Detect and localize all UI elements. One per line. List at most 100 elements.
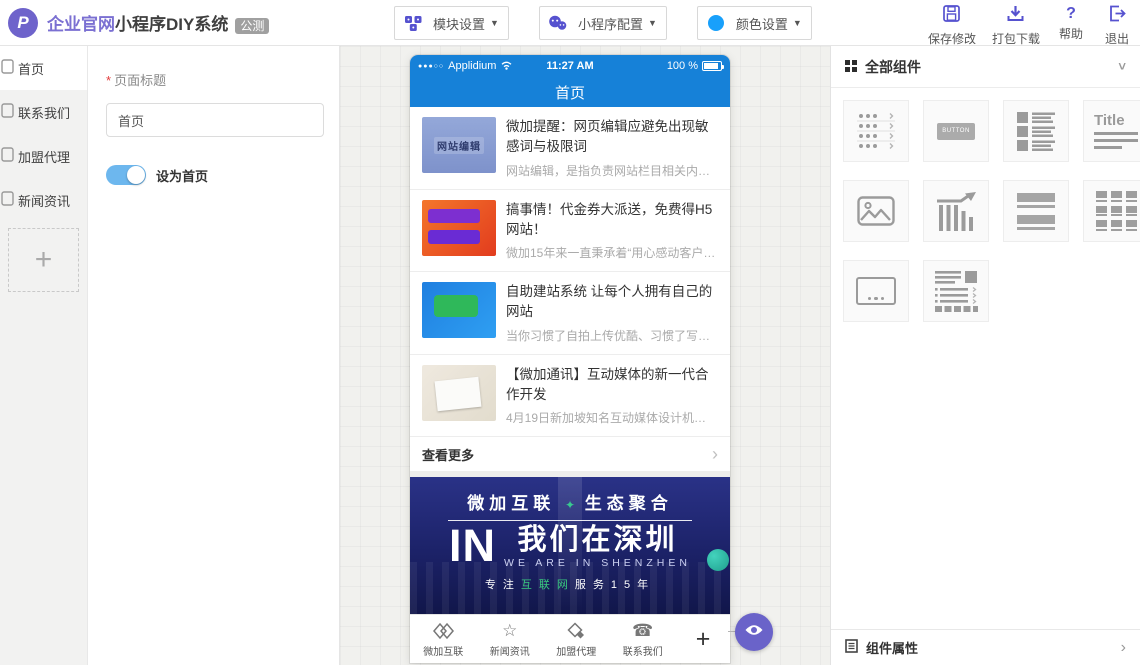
help-icon: ? xyxy=(1066,5,1076,22)
carousel-icon xyxy=(856,277,896,305)
tab-news[interactable]: ☆ 新闻资讯 xyxy=(477,621,544,658)
sidebar-item-news[interactable]: 新闻资讯 xyxy=(0,178,87,222)
news-thumbnail xyxy=(422,200,496,256)
button-icon: BUTTON xyxy=(937,123,975,140)
exit-icon xyxy=(1109,5,1126,27)
components-header: 全部组件 ˅ xyxy=(831,46,1140,88)
tab-home[interactable]: 微加互联 xyxy=(410,621,477,658)
beta-badge: 公测 xyxy=(235,18,269,34)
download-icon xyxy=(1007,5,1024,27)
double-diamond-icon xyxy=(567,621,586,641)
top-toolbar: P 企业官网小程序DIY系统公测 模块设置 ▼ xyxy=(0,0,1140,46)
caret-down-icon: ▼ xyxy=(793,18,811,28)
status-time: 11:27 AM xyxy=(546,60,593,72)
menu-list-icon xyxy=(855,111,897,151)
miniprogram-config-dropdown[interactable]: 小程序配置 ▼ xyxy=(539,6,667,40)
component-properties-bar[interactable]: 组件属性 › xyxy=(831,629,1140,665)
wifi-icon xyxy=(500,60,513,73)
sidebar-item-label: 新闻资讯 xyxy=(18,191,70,210)
news-title: 自助建站系统 让每个人拥有自己的网站 xyxy=(506,282,718,323)
exit-label: 退出 xyxy=(1105,30,1129,47)
component-article-list[interactable] xyxy=(1003,100,1069,162)
caret-down-icon: ▼ xyxy=(648,18,666,28)
view-more-row[interactable]: 查看更多 › xyxy=(410,437,730,471)
banner-en-text: WE ARE IN SHENZHEN xyxy=(504,557,691,569)
news-item[interactable]: 【微加通讯】互动媒体的新一代合作开发 4月19日新加坡知名互动媒体设计机构Pin… xyxy=(410,355,730,438)
stats-arrow-icon xyxy=(935,191,977,231)
news-desc: 网站编辑，是指负责网站栏目相关内容的… xyxy=(506,162,718,179)
phone-nav-bar: 首页 xyxy=(410,77,730,107)
page-icon xyxy=(1,59,14,77)
component-grid-nav[interactable] xyxy=(1083,180,1140,242)
news-title: 【微加通讯】互动媒体的新一代合作开发 xyxy=(506,365,718,406)
download-label: 打包下载 xyxy=(992,30,1040,47)
save-icon xyxy=(943,5,960,27)
status-carrier: ●●●○○ Applidium xyxy=(418,60,546,73)
tab-contact[interactable]: ☎ 联系我们 xyxy=(610,621,677,658)
app-title-rest: 小程序DIY系统 xyxy=(115,15,228,34)
tab-agency[interactable]: 加盟代理 xyxy=(543,621,610,658)
battery-icon xyxy=(702,61,722,71)
component-image[interactable] xyxy=(843,180,909,242)
news-item[interactable]: 网站编辑 微加提醒：网页编辑应避免出现敏感词与极限词 网站编辑，是指负责网站栏目… xyxy=(410,107,730,190)
phone-nav-title: 首页 xyxy=(555,82,585,103)
set-home-toggle[interactable] xyxy=(106,165,146,185)
phone-preview: ●●●○○ Applidium 11:27 AM 100 % xyxy=(410,55,730,663)
page-title-label: *页面标题 xyxy=(106,70,339,89)
sparkle-icon: ✦ xyxy=(565,498,575,512)
banner-component[interactable]: 微加互联 ✦ 生态聚合 IN 我们在深圳 WE ARE IN SHENZHEN … xyxy=(410,477,730,614)
news-title: 微加提醒：网页编辑应避免出现敏感词与极限词 xyxy=(506,117,718,158)
phone-icon: ☎ xyxy=(632,621,653,641)
component-banner-bars[interactable] xyxy=(1003,180,1069,242)
sidebar-item-label: 联系我们 xyxy=(18,103,70,122)
news-thumbnail xyxy=(422,365,496,421)
pages-sidebar: 首页 联系我们 加盟代理 新闻资讯 + xyxy=(0,46,88,665)
chevron-right-icon: › xyxy=(712,444,718,465)
news-desc: 微加15年来一直秉承着“用心感动客户！”的… xyxy=(506,244,718,261)
app-logo-icon: P xyxy=(8,8,38,38)
component-title-text[interactable]: Title xyxy=(1083,100,1140,162)
component-carousel[interactable] xyxy=(843,260,909,322)
download-button[interactable]: 打包下载 xyxy=(992,5,1040,47)
add-page-button[interactable]: + xyxy=(8,228,79,292)
miniprogram-config-label: 小程序配置 xyxy=(576,14,648,33)
news-item[interactable]: 搞事情！代金券大派送，免费得H5网站！ 微加15年来一直秉承着“用心感动客户！”… xyxy=(410,190,730,273)
page-title-input[interactable] xyxy=(106,103,324,137)
news-desc: 当你习惯了自拍上传优酷、习惯了写点小… xyxy=(506,327,718,344)
component-rich-list[interactable] xyxy=(923,260,989,322)
grid-glyph-icon xyxy=(845,59,857,75)
help-button[interactable]: ? 帮助 xyxy=(1056,5,1086,47)
module-settings-label: 模块设置 xyxy=(431,14,490,33)
save-button[interactable]: 保存修改 xyxy=(928,5,976,47)
components-title: 全部组件 xyxy=(865,57,921,77)
module-settings-dropdown[interactable]: 模块设置 ▼ xyxy=(394,6,509,40)
page-settings-panel: *页面标题 设为首页 xyxy=(88,46,340,665)
grid-nav-icon xyxy=(1096,191,1137,231)
plus-icon: + xyxy=(35,243,53,277)
sidebar-item-home[interactable]: 首页 xyxy=(0,46,87,90)
component-stats-arrow[interactable] xyxy=(923,180,989,242)
color-settings-dropdown[interactable]: 颜色设置 ▼ xyxy=(697,6,812,40)
sidebar-item-contact[interactable]: 联系我们 xyxy=(0,90,87,134)
page-icon xyxy=(1,191,14,209)
tab-add-button[interactable]: + xyxy=(676,625,730,654)
help-label: 帮助 xyxy=(1059,25,1083,42)
properties-title: 组件属性 xyxy=(866,638,918,657)
page-icon xyxy=(1,147,14,165)
title-text-icon: Title xyxy=(1094,113,1138,149)
banner-dot-circle-art xyxy=(707,549,729,571)
component-menu-list[interactable] xyxy=(843,100,909,162)
exit-button[interactable]: 退出 xyxy=(1102,5,1132,47)
news-item[interactable]: 自助建站系统 让每个人拥有自己的网站 当你习惯了自拍上传优酷、习惯了写点小… xyxy=(410,272,730,355)
banner-in-text: IN xyxy=(449,525,496,568)
color-circle-icon xyxy=(698,15,734,31)
status-bar: ●●●○○ Applidium 11:27 AM 100 % xyxy=(410,55,730,77)
app-title: 企业官网小程序DIY系统公测 xyxy=(47,10,269,35)
preview-eye-button[interactable] xyxy=(735,613,773,651)
required-mark: * xyxy=(106,73,111,88)
chevron-down-icon[interactable]: ˅ xyxy=(1118,59,1126,74)
article-list-icon xyxy=(1015,111,1057,151)
app-title-accent: 企业官网 xyxy=(47,15,115,34)
component-button[interactable]: BUTTON xyxy=(923,100,989,162)
sidebar-item-agency[interactable]: 加盟代理 xyxy=(0,134,87,178)
